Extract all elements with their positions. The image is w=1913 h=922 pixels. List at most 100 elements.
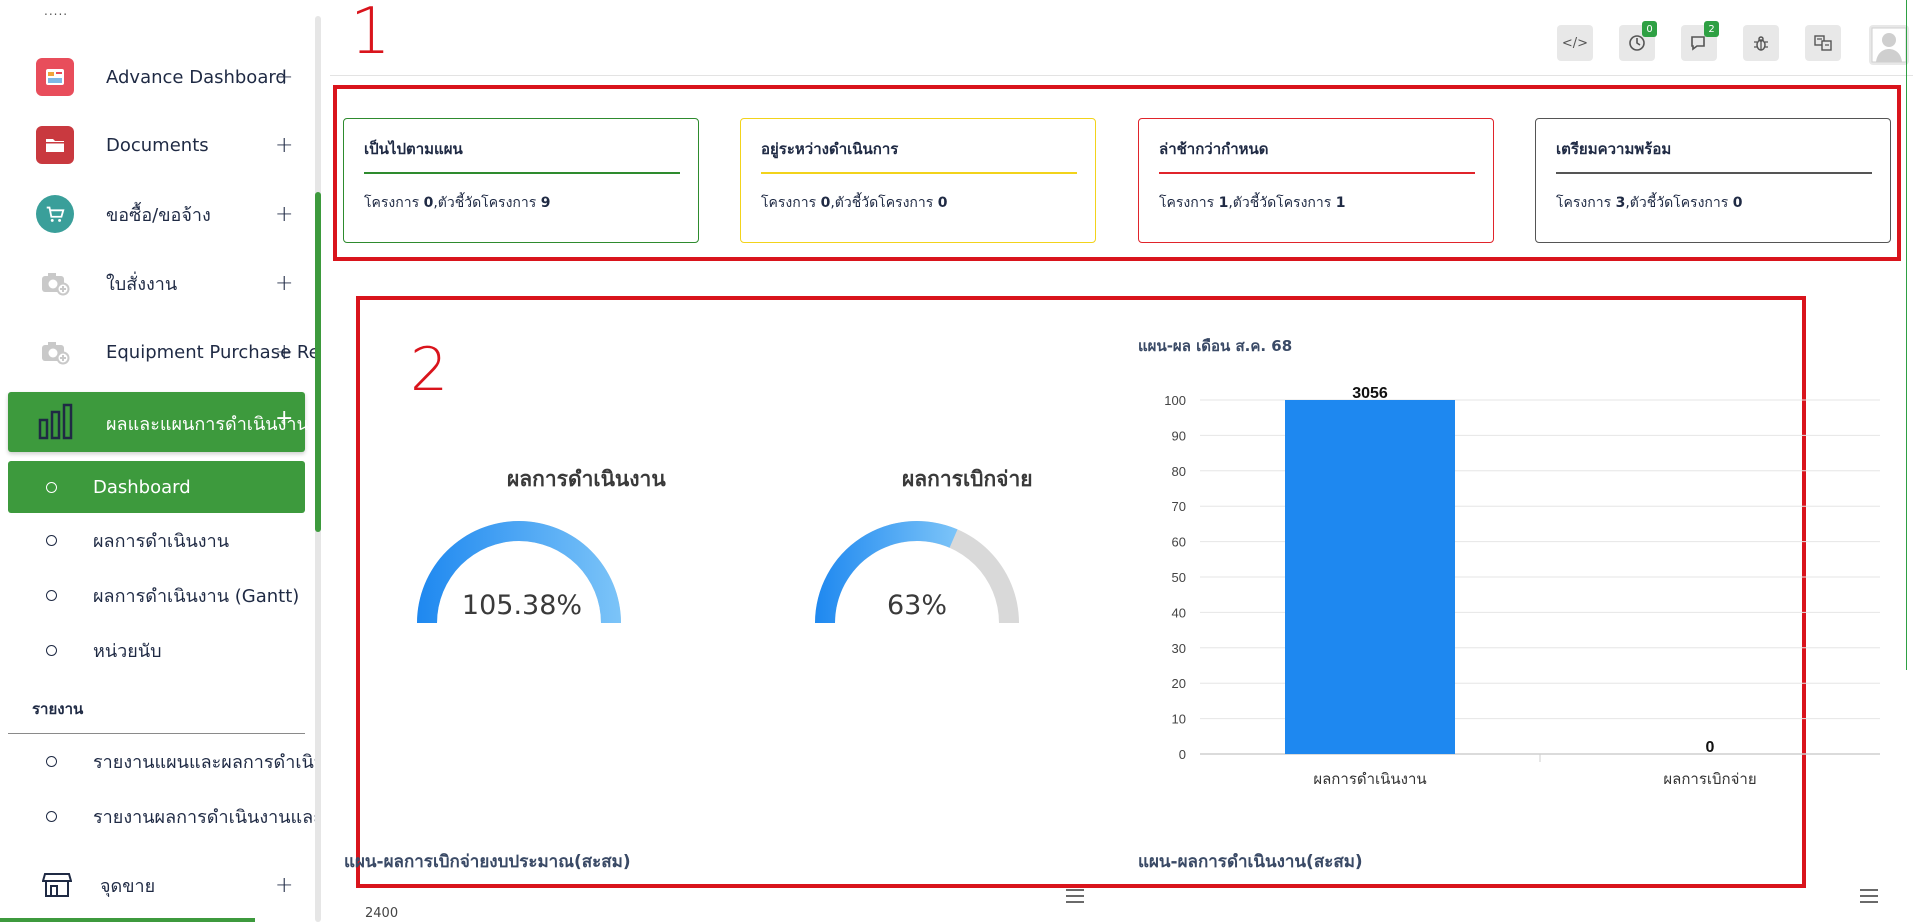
translate-icon bbox=[1814, 35, 1832, 51]
sidebar-scrollbar-thumb[interactable] bbox=[315, 192, 321, 532]
status-card-summary: โครงการ 0,ตัวชี้วัดโครงการ 0 bbox=[761, 192, 947, 214]
status-card-divider bbox=[1556, 172, 1872, 174]
translate-button[interactable] bbox=[1805, 25, 1841, 61]
bar-chart-title: แผน-ผล เดือน ส.ค. 68 bbox=[1138, 337, 1293, 355]
status-card[interactable]: เป็นไปตามแผน โครงการ 0,ตัวชี้วัดโครงการ 9 bbox=[343, 118, 699, 243]
bar bbox=[1285, 400, 1455, 754]
timer-button[interactable]: 0 bbox=[1619, 21, 1657, 61]
expand-icon[interactable]: + bbox=[275, 65, 293, 90]
indicators-count: 9 bbox=[540, 195, 551, 211]
bullet-icon bbox=[46, 481, 57, 493]
y-tick-label: 30 bbox=[1172, 641, 1186, 656]
y-tick-label: 0 bbox=[1179, 747, 1186, 762]
sidebar-subitem-report-results[interactable]: รายงานผลการดำเนินงานและก bbox=[8, 792, 315, 840]
status-card-title: ล่าช้ากว่ากำหนด bbox=[1159, 140, 1269, 158]
bullet-icon bbox=[46, 534, 57, 546]
expand-icon[interactable]: + bbox=[275, 340, 293, 365]
gauge-title-disbursement: ผลการเบิกจ่าย bbox=[902, 467, 1033, 491]
sidebar-item-equipment-purchase[interactable]: Equipment Purchase Req + bbox=[0, 322, 315, 382]
projects-label: โครงการ bbox=[1159, 195, 1219, 211]
x-tick-label: ผลการดำเนินงาน bbox=[1313, 770, 1426, 788]
indicators-label: ,ตัวชี้วัดโครงการ bbox=[433, 195, 541, 211]
sidebar-item-purchase-request[interactable]: ขอซื้อ/ขอจ้าง + bbox=[0, 184, 305, 244]
expand-icon[interactable]: + bbox=[275, 271, 293, 296]
y-tick-label: 20 bbox=[1172, 676, 1186, 691]
bullet-icon bbox=[46, 810, 57, 822]
indicators-label: ,ตัวชี้วัดโครงการ bbox=[830, 195, 938, 211]
expand-icon[interactable]: + bbox=[275, 133, 293, 158]
status-card[interactable]: ล่าช้ากว่ากำหนดโครงการ 1,ตัวชี้วัดโครงกา… bbox=[1138, 118, 1494, 243]
y-tick-label: 50 bbox=[1172, 570, 1186, 585]
status-card-title: เป็นไปตามแผน bbox=[364, 140, 463, 158]
expand-icon[interactable]: + bbox=[275, 873, 293, 898]
chart-menu-icon[interactable] bbox=[1066, 889, 1084, 907]
dashboard-icon bbox=[36, 58, 74, 96]
bar-chart-icon bbox=[38, 402, 74, 444]
sidebar-item-advance-dashboard[interactable]: Advance Dashboard + bbox=[0, 47, 305, 107]
bug-icon bbox=[1754, 36, 1768, 51]
indicators-label: ,ตัวชี้วัดโครงการ bbox=[1625, 195, 1733, 211]
sidebar-subitem-report-plan[interactable]: รายงานแผนและผลการดำเนิน bbox=[8, 737, 315, 785]
camera-icon bbox=[36, 333, 74, 371]
user-avatar[interactable] bbox=[1869, 25, 1909, 65]
sidebar-subitem-label: รายงานแผนและผลการดำเนิน bbox=[93, 751, 315, 773]
annotation-label-1: 1 bbox=[350, 0, 391, 69]
expand-icon[interactable]: + bbox=[275, 202, 293, 227]
sidebar-item-work-order[interactable]: ใบสั่งงาน + bbox=[0, 253, 305, 313]
divider bbox=[8, 733, 305, 734]
expand-icon[interactable]: + bbox=[275, 406, 293, 431]
sidebar: ..... Advance Dashboard + Documents + ขอ… bbox=[0, 0, 315, 922]
performance-cumulative-title: แผน-ผลการดำเนินงาน(สะสม) bbox=[1138, 852, 1363, 872]
sidebar-subitem-gantt[interactable]: ผลการดำเนินงาน (Gantt) bbox=[8, 571, 305, 619]
sidebar-subitem-units[interactable]: หน่วยนับ bbox=[8, 626, 305, 674]
folder-icon bbox=[36, 126, 74, 164]
status-card-summary: โครงการ 3,ตัวชี้วัดโครงการ 0 bbox=[1556, 192, 1742, 214]
y-tick-label: 80 bbox=[1172, 464, 1186, 479]
indicators-label: ,ตัวชี้วัดโครงการ bbox=[1228, 195, 1336, 211]
status-card[interactable]: เตรียมความพร้อมโครงการ 3,ตัวชี้วัดโครงกา… bbox=[1535, 118, 1891, 243]
y-tick-label: 10 bbox=[1172, 712, 1186, 727]
y-tick-label: 100 bbox=[1164, 393, 1186, 408]
sidebar-dots: ..... bbox=[44, 4, 69, 18]
sidebar-subitem-label: หน่วยนับ bbox=[93, 640, 162, 662]
status-card[interactable]: อยู่ระหว่างดำเนินการโครงการ 0,ตัวชี้วัดโ… bbox=[740, 118, 1096, 243]
bullet-icon bbox=[46, 755, 57, 767]
page: ..... Advance Dashboard + Documents + ขอ… bbox=[0, 0, 1913, 922]
sidebar-subitem-label: ผลการดำเนินงาน bbox=[93, 530, 230, 552]
sidebar-item-label: Advance Dashboard bbox=[106, 66, 287, 88]
status-card-divider bbox=[761, 172, 1077, 174]
sidebar-item-label: Documents bbox=[106, 134, 209, 156]
x-tick-label: ผลการเบิกจ่าย bbox=[1663, 770, 1756, 788]
sidebar-subitem-dashboard[interactable]: Dashboard bbox=[8, 461, 305, 513]
y-tick-label: 60 bbox=[1172, 535, 1186, 550]
status-card-title: อยู่ระหว่างดำเนินการ bbox=[761, 140, 899, 158]
code-button[interactable]: </> bbox=[1557, 25, 1593, 61]
y-tick-label: 40 bbox=[1172, 605, 1186, 620]
projects-count: 0 bbox=[820, 195, 831, 211]
data-label: 3056 bbox=[1352, 385, 1388, 402]
gauge-value-performance: 105.38% bbox=[461, 590, 583, 621]
status-card-divider bbox=[1159, 172, 1475, 174]
projects-count: 3 bbox=[1615, 195, 1626, 211]
sidebar-item-label: ใบสั่งงาน bbox=[106, 273, 178, 295]
bug-report-button[interactable] bbox=[1743, 25, 1779, 61]
sidebar-item-plan-results[interactable]: ผลและแผนการดำเนินงาน + bbox=[8, 392, 309, 452]
chat-button[interactable]: 2 bbox=[1681, 21, 1719, 61]
sidebar-subitem-results[interactable]: ผลการดำเนินงาน bbox=[8, 516, 305, 564]
projects-label: โครงการ bbox=[364, 195, 424, 211]
gauge-title-performance: ผลการดำเนินงาน bbox=[507, 467, 666, 491]
status-card-summary: โครงการ 1,ตัวชี้วัดโครงการ 1 bbox=[1159, 192, 1345, 214]
y-tick-label: 90 bbox=[1172, 428, 1186, 443]
bar-chart: 0 10 20 30 40 50 60 70 80 90 100 3056 ผลการดำเนินงาน… bbox=[1164, 385, 1880, 788]
y-axis-tick: 2400 bbox=[365, 906, 399, 921]
page-edge bbox=[1906, 0, 1907, 670]
status-card-title: เตรียมความพร้อม bbox=[1556, 140, 1672, 158]
sidebar-item-documents[interactable]: Documents + bbox=[0, 115, 305, 175]
store-icon bbox=[38, 866, 76, 904]
projects-count: 1 bbox=[1218, 195, 1229, 211]
sidebar-subitem-label: ผลการดำเนินงาน (Gantt) bbox=[93, 585, 300, 607]
sidebar-item-sales-point[interactable]: จุดขาย + bbox=[0, 855, 305, 915]
projects-label: โครงการ bbox=[1556, 195, 1616, 211]
sidebar-item-label: จุดขาย bbox=[100, 875, 156, 897]
chart-menu-icon[interactable] bbox=[1860, 889, 1878, 907]
